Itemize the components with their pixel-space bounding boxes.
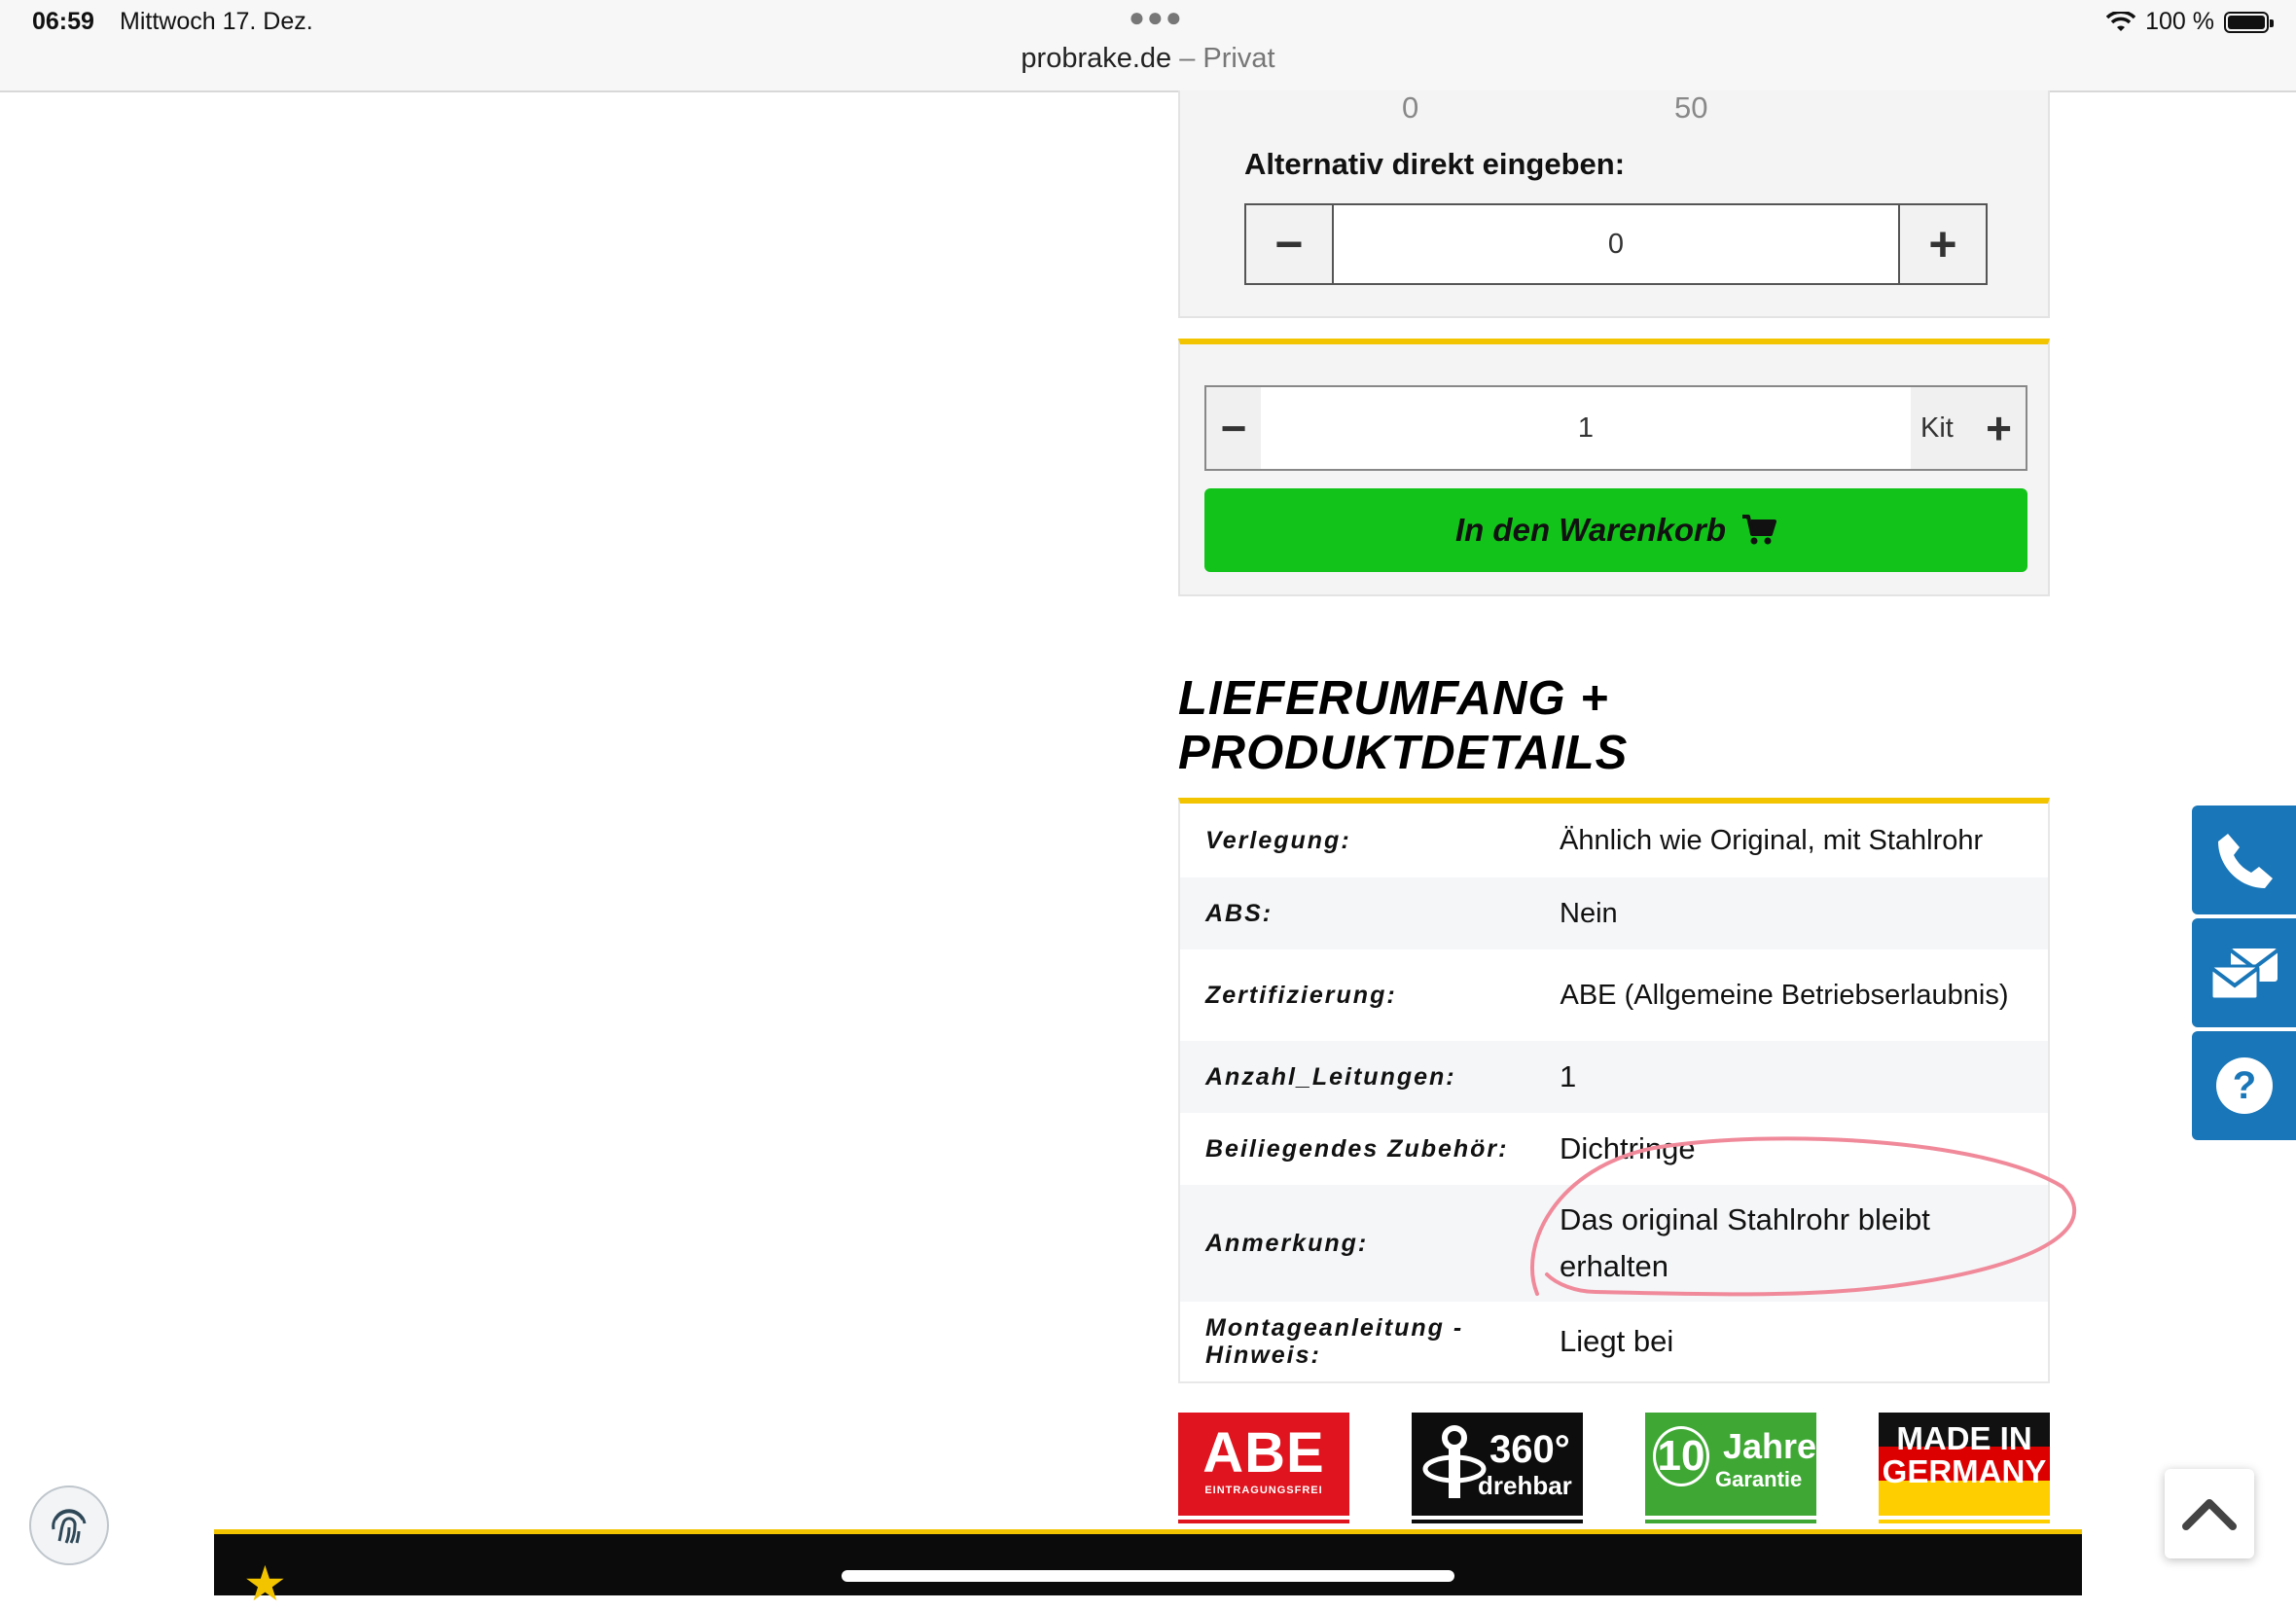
svg-text:?: ? <box>2232 1064 2255 1107</box>
home-indicator[interactable] <box>842 1570 1454 1582</box>
add-to-cart-button[interactable]: In den Warenkorb <box>1204 488 2027 572</box>
section-title-line1: LIEFERUMFANG + <box>1178 672 1609 725</box>
add-to-cart-panel: − 1 Kit + In den Warenkorb <box>1178 339 2050 596</box>
shopping-cart-icon <box>1742 515 1777 545</box>
table-row: Zertifizierung: ABE (Allgemeine Betriebs… <box>1180 949 2048 1041</box>
address-bar[interactable]: probrake.de – Privat <box>0 43 2296 75</box>
battery-icon <box>2224 11 2274 33</box>
slider-tick-max: 50 <box>1674 90 1708 125</box>
detail-value: Liegt bei <box>1560 1324 1674 1358</box>
phone-icon <box>2217 834 2273 888</box>
warranty-subtitle: Garantie <box>1715 1467 1803 1491</box>
battery-percent: 100 % <box>2145 8 2214 35</box>
chevron-up-icon <box>2182 1499 2237 1530</box>
private-mode-label: – Privat <box>1179 43 1275 74</box>
detail-key: Verlegung: <box>1205 827 1351 854</box>
status-time: 06:59 <box>32 8 94 35</box>
table-row: Beiliegendes Zubehör: Dichtringe <box>1180 1113 2048 1185</box>
section-title: LIEFERUMFANG + PRODUKTDETAILS <box>1178 671 2050 780</box>
warranty-years: 10 <box>1653 1426 1709 1486</box>
made-in-line2: GERMANY <box>1882 1453 2047 1489</box>
abe-badge: ABE EINTRAGUNGSFREI <box>1178 1413 1349 1523</box>
direct-input-minus-button[interactable]: − <box>1246 205 1334 283</box>
add-to-cart-label: In den Warenkorb <box>1454 512 1727 548</box>
rotation-badge-subtitle: drehbar <box>1478 1471 1572 1500</box>
direct-input-plus-button[interactable]: + <box>1898 205 1986 283</box>
fingerprint-icon <box>52 1509 87 1544</box>
rotation-badge: 360° drehbar <box>1412 1413 1583 1523</box>
envelope-icon <box>2209 949 2278 1001</box>
detail-key: Montageanleitung - Hinweis: <box>1205 1314 1464 1369</box>
footer-bar: ★ <box>214 1529 2082 1608</box>
quantity-stepper: − 1 Kit + <box>1204 385 2027 471</box>
detail-key: Zertifizierung: <box>1205 982 1397 1009</box>
email-contact-button[interactable] <box>2192 918 2296 1027</box>
slider-tick-min: 0 <box>1402 90 1419 125</box>
scroll-to-top-button[interactable] <box>2165 1469 2254 1558</box>
help-button[interactable]: ? <box>2192 1031 2296 1140</box>
detail-value: Dichtringe <box>1560 1131 1696 1165</box>
direct-input-label: Alternativ direkt eingeben: <box>1244 147 1626 181</box>
table-row: Anmerkung: Das original Stahlrohr bleibt… <box>1180 1185 2048 1302</box>
direct-input-field[interactable]: 0 <box>1334 205 1898 283</box>
detail-value: Das original Stahlrohr bleibt erhalten <box>1560 1202 1930 1283</box>
tab-options-icon[interactable]: ●●● <box>1129 2 1184 33</box>
detail-key: Anzahl_Leitungen: <box>1205 1063 1456 1091</box>
abe-badge-title: ABE <box>1202 1421 1325 1485</box>
privacy-settings-button[interactable] <box>29 1486 109 1565</box>
status-right: 100 % <box>2106 8 2274 36</box>
table-row: Montageanleitung - Hinweis: Liegt bei <box>1180 1302 2048 1381</box>
quantity-unit-plus: Kit + <box>1911 387 2026 469</box>
table-row: ABS: Nein <box>1180 877 2048 949</box>
phone-contact-button[interactable] <box>2192 806 2296 914</box>
browser-top-bar: 06:59 Mittwoch 17. Dez. ●●● 100 % probra… <box>0 0 2296 92</box>
url-domain: probrake.de <box>1021 43 1172 74</box>
detail-key: Anmerkung: <box>1205 1230 1369 1257</box>
wifi-icon <box>2106 11 2136 31</box>
detail-value: Nein <box>1560 898 1618 929</box>
detail-key: Beiliegendes Zubehör: <box>1205 1135 1509 1163</box>
warranty-title: Jahre <box>1723 1426 1817 1466</box>
table-row: Anzahl_Leitungen: 1 <box>1180 1041 2048 1113</box>
quantity-minus-button[interactable]: − <box>1206 387 1261 469</box>
quantity-plus-button[interactable]: + <box>1986 402 2012 454</box>
table-row: Verlegung: Ähnlich wie Original, mit Sta… <box>1180 804 2048 877</box>
detail-value: 1 <box>1560 1059 1577 1093</box>
quantity-unit: Kit <box>1920 412 1954 444</box>
rotation-badge-title: 360° <box>1489 1428 1570 1471</box>
status-date: Mittwoch 17. Dez. <box>120 8 313 35</box>
question-icon: ? <box>2215 1057 2273 1114</box>
detail-value: Ähnlich wie Original, mit Stahlrohr <box>1560 825 1984 856</box>
warranty-badge: 10 Jahre Garantie <box>1645 1413 1817 1523</box>
made-in-line1: MADE IN <box>1896 1420 2032 1456</box>
product-details-table: Verlegung: Ähnlich wie Original, mit Sta… <box>1178 798 2050 1383</box>
direct-input-stepper: − 0 + <box>1244 203 1988 285</box>
quantity-slider-panel: 0 50 Alternativ direkt eingeben: − 0 + <box>1178 90 2050 318</box>
quantity-input[interactable]: 1 <box>1261 387 1911 469</box>
abe-badge-subtitle: EINTRAGUNGSFREI <box>1204 1485 1323 1496</box>
section-title-line2: PRODUKTDETAILS <box>1178 727 1629 779</box>
detail-value: ABE (Allgemeine Betriebserlaubnis) <box>1560 980 2009 1011</box>
made-in-germany-badge: MADE IN GERMANY <box>1879 1413 2050 1523</box>
detail-key: ABS: <box>1205 900 1274 927</box>
star-icon: ★ <box>243 1557 287 1611</box>
